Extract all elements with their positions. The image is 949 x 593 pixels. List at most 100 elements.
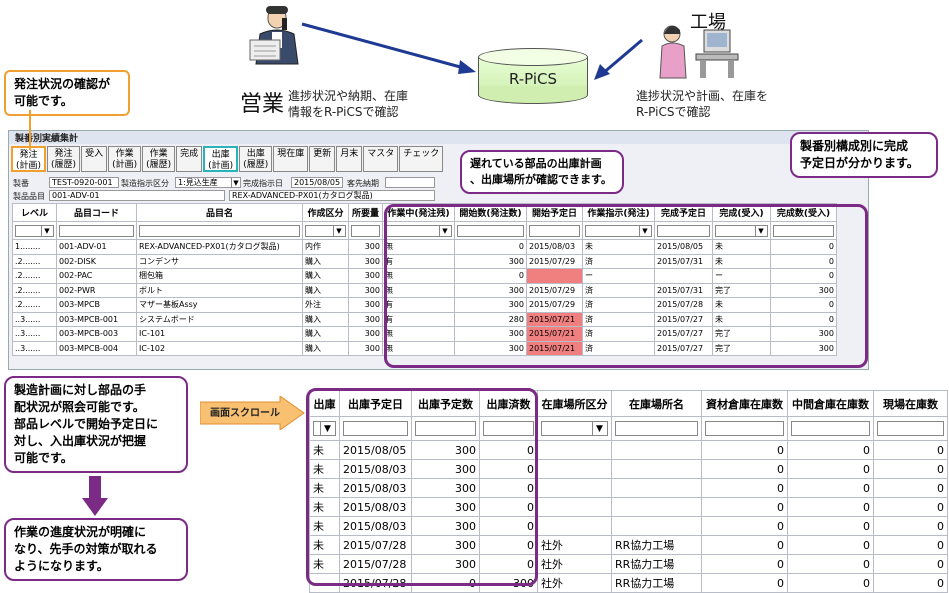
callout-completion: 製番別構成別に完成 予定日が分かります。 <box>790 132 938 178</box>
down-arrow-icon <box>82 476 108 516</box>
shiji-label: 製造指示区分 <box>121 179 169 188</box>
table-cell: ボルト <box>136 282 303 298</box>
filter-cell <box>12 221 57 240</box>
hinmoku-label: 製品品目 <box>13 192 45 201</box>
table-cell: 002-PWR <box>56 282 137 298</box>
table-cell: コンデンサ <box>136 253 303 269</box>
filter-input[interactable] <box>351 224 380 237</box>
table-cell: 300 <box>348 326 383 342</box>
tab-check[interactable]: チェック <box>399 146 444 172</box>
table-cell: 002-PAC <box>56 268 137 284</box>
table-cell: 社外 <box>537 573 612 593</box>
tab-work-history[interactable]: 作業 (履歴) <box>142 146 176 172</box>
table-cell: .2....... <box>12 268 57 284</box>
column-header[interactable]: 所要量 <box>348 203 383 222</box>
column-header[interactable]: 作成区分 <box>302 203 349 222</box>
filter-cell <box>348 221 383 240</box>
callout-delay-parts: 遅れている部品の出庫計画 、出庫場所が確認できます。 <box>460 150 624 194</box>
tab-receive[interactable]: 受入 <box>81 146 108 172</box>
filter-dropdown[interactable] <box>541 421 608 436</box>
rpics-database-icon: R-PiCS <box>478 48 588 104</box>
system-diagram: 営業 進捗状況や納期、在庫 情報をR-PiCSで確認 R-PiCS 工場 進捗状… <box>0 0 949 128</box>
table-cell <box>611 440 702 460</box>
hinmoku-code-field[interactable]: 001-ADV-01 <box>49 190 225 201</box>
filter-input[interactable] <box>877 421 944 436</box>
column-header[interactable]: 在庫場所名 <box>611 390 702 417</box>
function-tabs: 発注 (計画) 発注 (履歴) 受入 作業 (計画) 作業 (履歴) 完成 出庫 (計画)… <box>11 146 444 172</box>
table-cell <box>537 497 612 517</box>
table-cell: 0 <box>787 459 874 479</box>
table-cell: 購入 <box>302 311 349 327</box>
column-header[interactable]: 品目名 <box>136 203 303 222</box>
table-cell: 0 <box>873 459 948 479</box>
table-cell: ..3...... <box>12 311 57 327</box>
table-cell: 0 <box>787 497 874 517</box>
issue-highlight <box>306 388 538 586</box>
table-cell: 購入 <box>302 340 349 356</box>
table-cell: 300 <box>348 282 383 298</box>
filter-input[interactable] <box>791 421 870 436</box>
eigyo-label: 営業 <box>240 92 285 117</box>
tab-update[interactable]: 更新 <box>309 146 336 172</box>
table-cell: 003-MPCB-001 <box>56 311 137 327</box>
filter-cell <box>56 221 137 240</box>
tab-complete[interactable]: 完成 <box>176 146 203 172</box>
table-cell: 内作 <box>302 239 349 255</box>
table-cell <box>537 440 612 460</box>
tab-issue-plan[interactable]: 出庫 (計画) <box>203 146 239 172</box>
filter-input[interactable] <box>615 421 698 436</box>
table-cell: IC-101 <box>136 326 303 342</box>
table-cell: 300 <box>348 297 383 313</box>
filter-cell <box>302 221 349 240</box>
tab-order-history[interactable]: 発注 (履歴) <box>47 146 81 172</box>
callout-pointer-icon <box>29 110 31 150</box>
table-cell: 外注 <box>302 297 349 313</box>
table-cell: RR協力工場 <box>611 573 702 593</box>
table-cell: マザー基板Assy <box>136 297 303 313</box>
kyaku-field[interactable] <box>385 177 435 188</box>
filter-input[interactable] <box>59 224 134 237</box>
filter-dropdown[interactable] <box>305 224 346 237</box>
filter-input[interactable] <box>139 224 300 237</box>
table-cell <box>611 497 702 517</box>
tab-month-end[interactable]: 月末 <box>336 146 363 172</box>
filter-cell <box>701 416 788 441</box>
table-cell: 0 <box>873 497 948 517</box>
table-cell: 0 <box>787 478 874 498</box>
table-cell: 0 <box>787 516 874 536</box>
tab-master[interactable]: マスタ <box>363 146 399 172</box>
kansei-field[interactable]: 2015/08/05 <box>291 177 343 188</box>
kansei-label: 完成指示日 <box>243 179 283 188</box>
table-cell: IC-102 <box>136 340 303 356</box>
window-title: 製番別実績集計 <box>9 131 868 144</box>
filter-dropdown[interactable] <box>15 224 54 237</box>
tab-stock[interactable]: 現在庫 <box>273 146 309 172</box>
column-header[interactable]: レベル <box>12 203 57 222</box>
table-cell: 1........ <box>12 239 57 255</box>
table-cell: 300 <box>348 253 383 269</box>
tab-issue-history[interactable]: 出庫 (履歴) <box>239 146 273 172</box>
table-cell: 300 <box>348 340 383 356</box>
eigyo-text: 進捗状況や納期、在庫 情報をR-PiCSで確認 <box>288 89 409 119</box>
column-header[interactable]: 在庫場所区分 <box>537 390 612 417</box>
tab-work-plan[interactable]: 作業 (計画) <box>108 146 142 172</box>
seiban-label: 製番 <box>13 179 29 188</box>
column-header[interactable]: 中間倉庫在庫数 <box>787 390 874 417</box>
column-header[interactable]: 品目コード <box>56 203 137 222</box>
table-cell: 購入 <box>302 268 349 284</box>
table-cell: 0 <box>701 573 788 593</box>
table-cell: 社外 <box>537 535 612 555</box>
arrow-left-icon <box>594 38 643 80</box>
shiji-select[interactable]: 1:見込生産 ▼ <box>175 177 241 188</box>
column-header[interactable]: 資材倉庫在庫数 <box>701 390 788 417</box>
filter-cell <box>787 416 874 441</box>
table-cell: 0 <box>701 497 788 517</box>
hinmoku-name-field[interactable]: REX-ADVANCED-PX01(カタログ製品) <box>229 190 435 201</box>
table-cell: ..3...... <box>12 326 57 342</box>
seiban-field[interactable]: TEST-0920-001 <box>49 177 119 188</box>
filter-input[interactable] <box>705 421 784 436</box>
column-header[interactable]: 現場在庫数 <box>873 390 948 417</box>
table-cell <box>611 516 702 536</box>
table-cell <box>537 516 612 536</box>
salesperson-icon <box>249 6 299 65</box>
